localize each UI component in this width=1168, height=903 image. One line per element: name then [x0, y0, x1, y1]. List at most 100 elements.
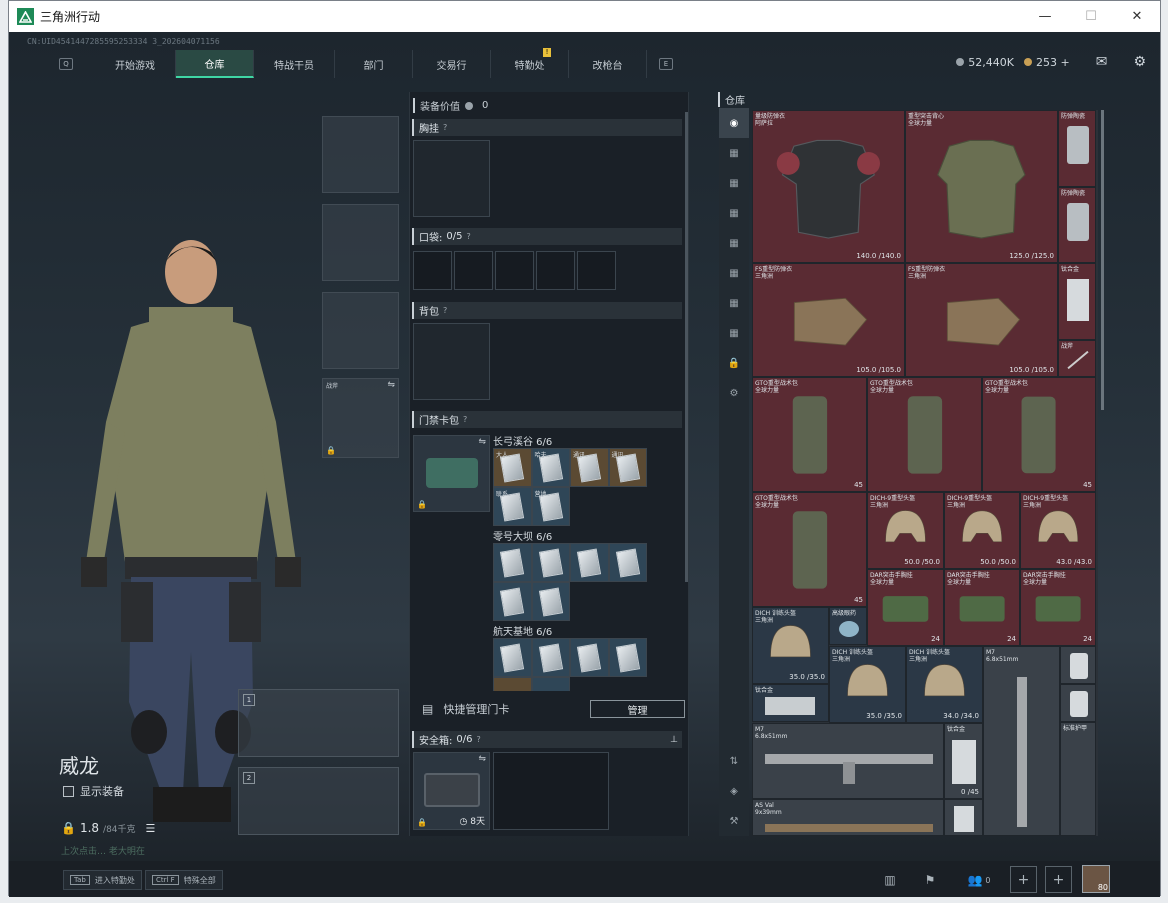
item-helmet[interactable]: DICH-9重型头盔 三角洲 43.0 /43.0: [1020, 492, 1096, 569]
item-helmet[interactable]: DICH 训练头盔 三角洲 34.0 /34.0: [906, 646, 983, 723]
show-gear-toggle[interactable]: 显示装备: [63, 783, 124, 799]
maximize-button[interactable]: ☐: [1068, 1, 1114, 32]
list-icon[interactable]: ☰: [146, 822, 156, 835]
pocket-slot[interactable]: [495, 251, 534, 290]
equipment-scrollbar[interactable]: [685, 112, 688, 582]
tab-storage-7-icon[interactable]: ▦: [719, 318, 749, 348]
show-gear-checkbox[interactable]: [63, 785, 74, 797]
nav-prev-key[interactable]: Q: [59, 58, 73, 70]
keycard[interactable]: [608, 543, 647, 582]
item-plate[interactable]: 防弹陶瓷: [1058, 187, 1096, 263]
item-knife[interactable]: 战斧: [1058, 340, 1096, 377]
tab-lock-icon[interactable]: 🔒: [719, 348, 749, 378]
pin-icon[interactable]: ⊥: [670, 735, 678, 745]
minimize-button[interactable]: —: [1022, 1, 1068, 32]
sort-icon[interactable]: ⇅: [719, 746, 749, 776]
keycard[interactable]: [493, 582, 532, 621]
keycard[interactable]: 哈夫: [531, 448, 570, 487]
keycard[interactable]: 营地: [531, 487, 570, 526]
tab-start-game[interactable]: 开始游戏: [95, 50, 176, 78]
keycard[interactable]: [531, 582, 570, 621]
tab-storage-4-icon[interactable]: ▦: [719, 228, 749, 258]
nav-next-key[interactable]: E: [659, 58, 673, 70]
add-teammate-button[interactable]: +: [1045, 866, 1072, 893]
item-plate[interactable]: 钛合金: [752, 684, 829, 722]
help-icon[interactable]: ?: [476, 735, 480, 744]
tab-market[interactable]: 交易行: [413, 50, 491, 78]
item-helmet[interactable]: DICH-9重型头盔 三角洲 50.0 /50.0: [867, 492, 944, 569]
safe-box-slot[interactable]: ⇋ 🔒 ◷ 8天: [413, 752, 490, 830]
item-armor-kit[interactable]: 标准护甲: [1060, 722, 1096, 836]
item-medicine[interactable]: 高级眼药: [829, 607, 867, 645]
manage-button[interactable]: 管理: [590, 700, 685, 718]
primary-weapon-slot[interactable]: 1: [238, 689, 399, 757]
safe-box-grid[interactable]: [493, 752, 609, 830]
item-chest-rig[interactable]: DAR突击手胸挂 全球力量 24: [944, 569, 1020, 646]
swap-icon[interactable]: ⇋: [478, 437, 486, 447]
tab-all-icon[interactable]: ◉: [719, 108, 749, 138]
keycard[interactable]: [493, 677, 532, 691]
helmet-slot[interactable]: [322, 116, 399, 193]
keycard[interactable]: 联系: [493, 487, 532, 526]
tab-department[interactable]: 部门: [335, 50, 413, 78]
item-vest[interactable]: 重型突击背心 全球力量 125.0 /125.0: [905, 110, 1058, 263]
item-plate[interactable]: [1060, 646, 1096, 684]
item-helmet[interactable]: DICH 训练头盔 三角洲 35.0 /35.0: [829, 646, 906, 723]
item-plate[interactable]: 防弹陶瓷: [1058, 110, 1096, 187]
pocket-slot[interactable]: [536, 251, 575, 290]
item-backpack[interactable]: GTO重型战术包 全球力量 45: [752, 492, 867, 607]
item-plate[interactable]: 钛合金: [1058, 263, 1096, 340]
keycard[interactable]: [531, 638, 570, 677]
gear-icon[interactable]: ⚙: [1133, 54, 1146, 70]
keycard[interactable]: [531, 543, 570, 582]
tab-settings-icon[interactable]: ⚙: [719, 378, 749, 408]
keycard[interactable]: 通讯: [570, 448, 609, 487]
tool-icon[interactable]: ⚒: [719, 806, 749, 836]
pistol-slot[interactable]: [322, 292, 399, 369]
keycard[interactable]: [608, 638, 647, 677]
keycard[interactable]: [493, 638, 532, 677]
melee-slot[interactable]: 战斧 ⇋ 🔒: [322, 378, 399, 458]
add-teammate-button[interactable]: +: [1010, 866, 1037, 893]
item-chest-rig[interactable]: DAR突击手胸挂 全球力量 24: [867, 569, 944, 646]
tab-warehouse[interactable]: 仓库: [176, 50, 254, 78]
keycard[interactable]: [493, 543, 532, 582]
tab-operators[interactable]: 特战干员: [254, 50, 335, 78]
item-backpack[interactable]: GTO重型战术包 全球力量: [867, 377, 982, 492]
pocket-slot[interactable]: [413, 251, 452, 290]
tab-storage-1-icon[interactable]: ▦: [719, 138, 749, 168]
tab-storage-5-icon[interactable]: ▦: [719, 258, 749, 288]
secondary-weapon-slot[interactable]: 2: [238, 767, 399, 835]
item-chest-rig[interactable]: DAR突击手胸挂 全球力量 24: [1020, 569, 1096, 646]
layers-icon[interactable]: ◈: [719, 776, 749, 806]
tab-storage-6-icon[interactable]: ▦: [719, 288, 749, 318]
item-helmet[interactable]: DICH 训练头盔 三角洲 35.0 /35.0: [752, 607, 829, 684]
gold-balance[interactable]: 253 +: [1023, 56, 1070, 69]
keycard[interactable]: [570, 638, 609, 677]
warehouse-scrollbar[interactable]: [1101, 110, 1104, 410]
keycard[interactable]: 通讯: [608, 448, 647, 487]
swap-icon[interactable]: ⇋: [478, 754, 486, 764]
squad-icon[interactable]: 👥 0: [959, 868, 999, 892]
item-rifle-vertical[interactable]: M7 6.8x51mm: [983, 646, 1060, 836]
armor-slot[interactable]: [322, 204, 399, 281]
close-button[interactable]: ✕: [1114, 1, 1160, 32]
help-icon[interactable]: ?: [443, 123, 447, 132]
flag-icon[interactable]: ⚑: [915, 868, 945, 892]
help-icon[interactable]: ?: [463, 415, 467, 424]
tab-storage-2-icon[interactable]: ▦: [719, 168, 749, 198]
item-helmet[interactable]: DICH-9重型头盔 三角洲 50.0 /50.0: [944, 492, 1020, 569]
mail-icon[interactable]: ✉: [1096, 54, 1108, 70]
item-armor[interactable]: FS重型防弹衣 三角洲 105.0 /105.0: [752, 263, 905, 377]
item-plate[interactable]: [1060, 684, 1096, 722]
pocket-slot[interactable]: [454, 251, 493, 290]
backpack-slot[interactable]: [413, 323, 490, 400]
keycard-case-slot[interactable]: ⇋ 🔒: [413, 435, 490, 512]
stats-icon[interactable]: ▥: [875, 868, 905, 892]
tab-storage-3-icon[interactable]: ▦: [719, 198, 749, 228]
item-plate[interactable]: [944, 799, 983, 836]
item-backpack[interactable]: GTO重型战术包 全球力量 45: [752, 377, 867, 492]
help-icon[interactable]: ?: [466, 232, 470, 241]
item-plate[interactable]: 钛合金 0 /45: [944, 723, 983, 799]
shortcut-hint[interactable]: Ctrl F 特殊全部: [145, 870, 223, 890]
